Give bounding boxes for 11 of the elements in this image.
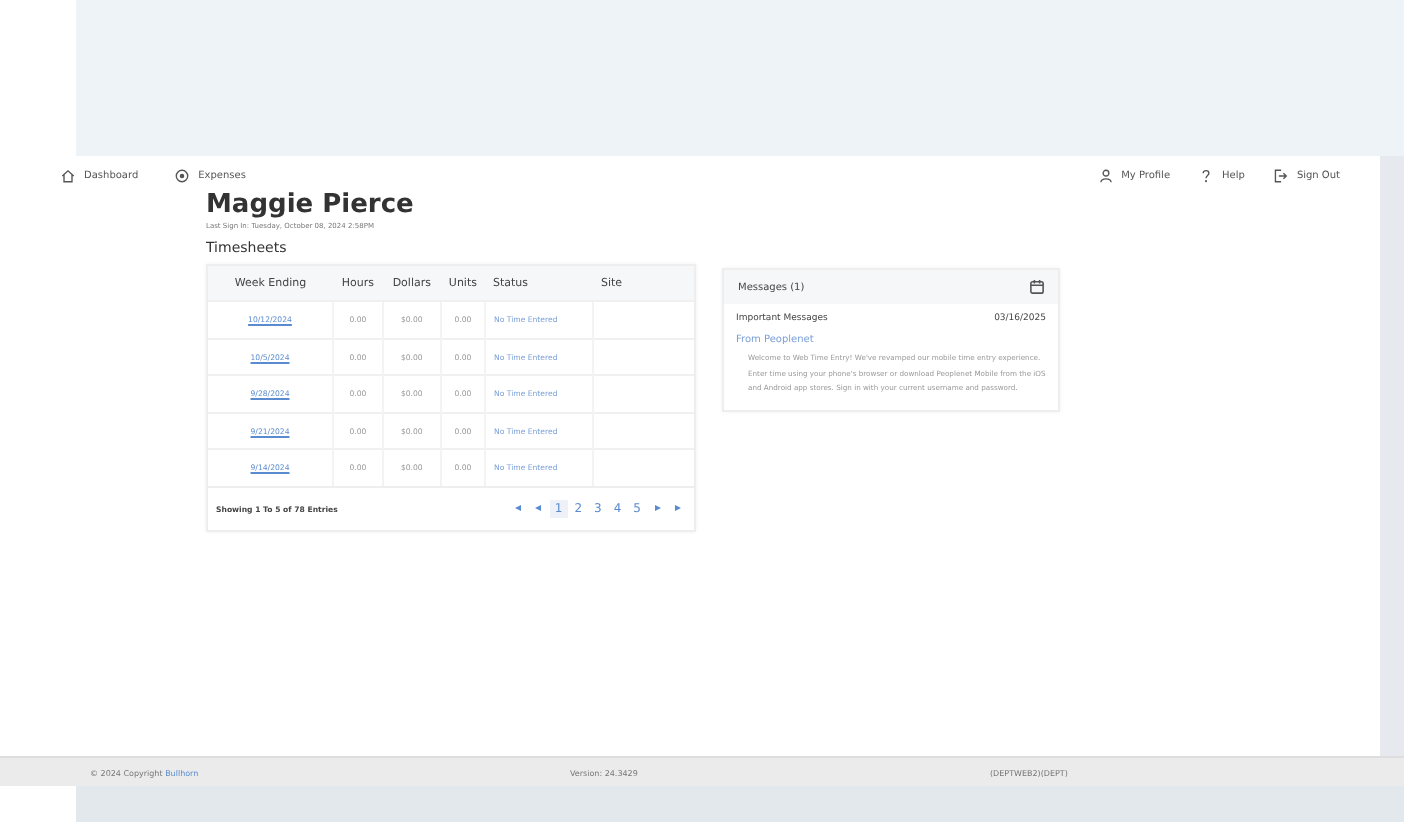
triangle-left-icon xyxy=(514,503,523,511)
user-name: Maggie Pierce xyxy=(206,188,416,220)
sign-out-icon xyxy=(1272,168,1289,184)
home-icon xyxy=(60,168,76,184)
person-icon xyxy=(1097,168,1114,184)
triangle-left-icon xyxy=(534,503,543,511)
triangle-right-icon xyxy=(673,503,681,511)
circle-icon xyxy=(174,168,191,184)
triangle-right-icon xyxy=(653,503,661,511)
calendar-icon[interactable] xyxy=(1030,280,1044,294)
help-icon xyxy=(1198,168,1215,184)
